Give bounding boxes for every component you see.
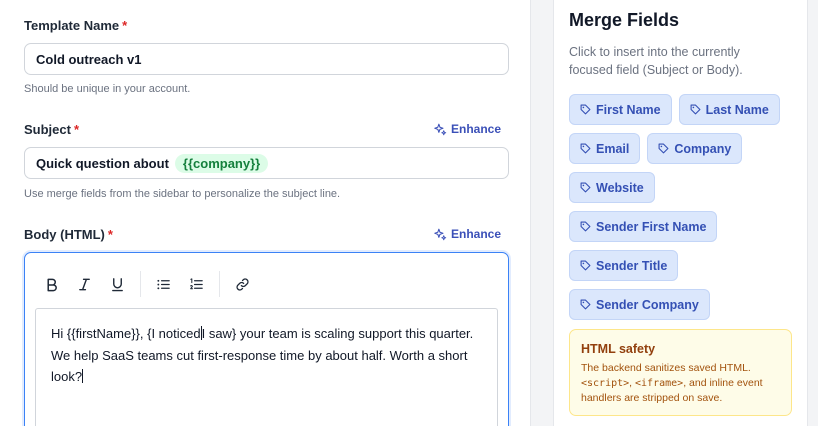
required-mark: * xyxy=(73,122,80,137)
editor-toolbar xyxy=(35,261,259,307)
merge-field-chip-last-name[interactable]: Last Name xyxy=(678,94,780,125)
body-label-text: Body (HTML) xyxy=(24,227,105,242)
subject-label-text: Subject xyxy=(24,122,71,137)
merge-field-chip-first-name[interactable]: First Name xyxy=(569,94,672,125)
template-form: Template Name * Cold outreach v1 Should b… xyxy=(0,0,531,426)
merge-field-chip-sender-title[interactable]: Sender Title xyxy=(569,250,679,281)
subject-label: Subject * xyxy=(24,122,79,137)
template-name-label-text: Template Name xyxy=(24,18,120,33)
sparkle-icon xyxy=(434,228,447,240)
safety-code-iframe: <iframe> xyxy=(635,377,684,389)
body-text-before-caret: Hi {{firstName}}, {I noticed xyxy=(51,326,201,341)
merge-field-chip-label: Sender Company xyxy=(596,297,699,312)
merge-fields-description: Click to insert into the currently focus… xyxy=(569,45,743,77)
template-name-label: Template Name * xyxy=(24,18,127,33)
tag-icon xyxy=(658,143,669,154)
merge-field-chip-label: Sender First Name xyxy=(596,219,707,234)
underline-button[interactable] xyxy=(101,269,134,299)
numbered-list-icon xyxy=(190,277,203,289)
merge-field-row: Email Company xyxy=(569,133,799,164)
tag-icon xyxy=(580,299,591,310)
merge-field-chip-label: Company xyxy=(674,141,732,156)
merge-field-chip-sender-first-name[interactable]: Sender First Name xyxy=(569,211,718,242)
sparkle-icon xyxy=(434,123,447,135)
toolbar-divider xyxy=(140,271,141,297)
merge-field-chip-label: Last Name xyxy=(705,102,769,117)
toolbar-divider xyxy=(219,271,220,297)
merge-field-chip-company[interactable]: Company xyxy=(647,133,743,164)
body-content-editable[interactable]: Hi {{firstName}}, {I noticedI saw} your … xyxy=(35,308,498,426)
merge-field-chip-label: Email xyxy=(596,141,630,156)
bullet-list-icon xyxy=(157,279,170,289)
html-safety-title: HTML safety xyxy=(581,342,656,356)
template-name-input[interactable]: Cold outreach v1 xyxy=(24,43,509,75)
tag-icon xyxy=(580,260,591,271)
merge-field-chip-label: Website xyxy=(596,180,644,195)
tag-icon xyxy=(580,182,591,193)
safety-text-part: The backend sanitizes saved HTML. xyxy=(581,362,751,374)
merge-field-chip-email[interactable]: Email xyxy=(569,133,641,164)
link-icon xyxy=(236,277,249,291)
text-caret xyxy=(82,369,84,383)
merge-field-row: Website xyxy=(569,172,799,203)
merge-field-row: Sender Company xyxy=(569,289,799,320)
merge-field-chip-label: Sender Title xyxy=(596,258,668,273)
html-safety-notice: HTML safety The backend sanitizes saved … xyxy=(569,329,792,416)
tag-icon xyxy=(690,104,701,115)
merge-field-chip-sender-company[interactable]: Sender Company xyxy=(569,289,710,320)
merge-fields-title: Merge Fields xyxy=(569,10,680,30)
body-enhance-button[interactable]: Enhance xyxy=(434,227,501,241)
subject-merge-token: {{company}} xyxy=(174,153,269,173)
subject-value-text: Quick question about xyxy=(36,155,169,171)
html-safety-text: The backend sanitizes saved HTML. <scrip… xyxy=(581,361,780,406)
body-label: Body (HTML) * xyxy=(24,227,113,242)
merge-field-row: Sender Title xyxy=(569,250,799,281)
subject-enhance-label: Enhance xyxy=(450,122,501,136)
italic-button[interactable] xyxy=(68,269,101,299)
template-name-help: Should be unique in your account. xyxy=(24,83,191,95)
subject-enhance-button[interactable]: Enhance xyxy=(434,122,501,136)
body-enhance-label: Enhance xyxy=(450,227,501,241)
tag-icon xyxy=(580,143,591,154)
numbered-list-button[interactable] xyxy=(180,269,213,299)
merge-field-list: First Name Last Name Email Company Website Se… xyxy=(569,94,799,328)
bullet-list-button[interactable] xyxy=(147,269,180,299)
safety-code-script: <script> xyxy=(581,377,630,389)
tag-icon xyxy=(580,221,591,232)
template-name-value: Cold outreach v1 xyxy=(36,51,142,67)
merge-field-chip-label: First Name xyxy=(596,102,661,117)
subject-input[interactable]: Quick question about {{company}} xyxy=(24,147,509,179)
merge-field-row: First Name Last Name xyxy=(569,94,799,125)
merge-field-chip-website[interactable]: Website xyxy=(569,172,655,203)
underline-icon xyxy=(112,277,123,291)
required-mark: * xyxy=(107,227,113,242)
required-mark: * xyxy=(122,18,128,33)
body-editor: Hi {{firstName}}, {I noticedI saw} your … xyxy=(24,252,509,426)
subject-help: Use merge fields from the sidebar to per… xyxy=(24,188,341,200)
italic-icon xyxy=(79,278,90,290)
merge-fields-panel: Merge Fields Click to insert into the cu… xyxy=(553,0,808,426)
bold-button[interactable] xyxy=(35,269,68,299)
link-button[interactable] xyxy=(226,269,259,299)
merge-field-row: Sender First Name xyxy=(569,211,799,242)
tag-icon xyxy=(580,104,591,115)
bold-icon xyxy=(47,278,57,291)
